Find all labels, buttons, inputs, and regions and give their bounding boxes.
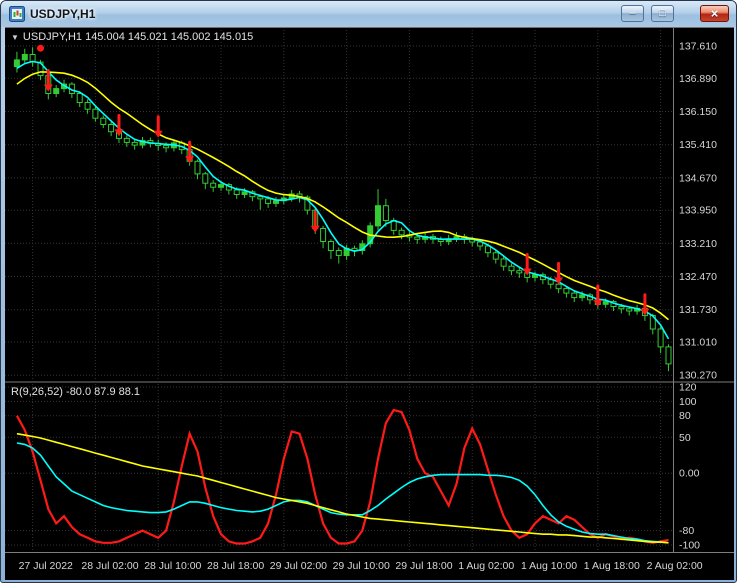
svg-text:130.270: 130.270: [679, 370, 717, 382]
minimize-button[interactable]: –: [621, 5, 644, 22]
svg-text:137.610: 137.610: [679, 41, 717, 53]
chart-client-area: 137.610 136.890 136.150 135.410 134.670 133.9…: [5, 27, 734, 580]
svg-text:133.210: 133.210: [679, 238, 717, 250]
svg-text:28 Jul 18:00: 28 Jul 18:00: [207, 560, 264, 572]
svg-text:132.470: 132.470: [679, 271, 717, 283]
svg-text:29 Jul 10:00: 29 Jul 10:00: [333, 560, 390, 572]
svg-text:80: 80: [679, 410, 691, 422]
window-title: USDJPY,H1: [30, 7, 96, 21]
maximize-icon: □: [659, 7, 666, 19]
svg-text:133.950: 133.950: [679, 205, 717, 217]
symbol-dropdown-icon[interactable]: ▼: [11, 33, 19, 42]
app-window: USDJPY,H1 – □ × 137.610 136.890 136.150 135…: [0, 0, 737, 583]
svg-text:120: 120: [679, 382, 697, 394]
svg-text:135.410: 135.410: [679, 139, 717, 151]
svg-text:-100: -100: [679, 540, 700, 552]
main-chart-pane[interactable]: [5, 30, 673, 380]
price-axis[interactable]: 137.610 136.890 136.150 135.410 134.670 133.9…: [679, 41, 717, 552]
title-bar[interactable]: USDJPY,H1 – □ ×: [1, 1, 736, 27]
svg-text:27 Jul 2022: 27 Jul 2022: [19, 560, 73, 572]
close-button[interactable]: ×: [700, 5, 729, 22]
svg-text:134.670: 134.670: [679, 172, 717, 184]
minimize-icon: –: [629, 7, 636, 19]
svg-text:28 Jul 10:00: 28 Jul 10:00: [144, 560, 201, 572]
svg-text:0.00: 0.00: [679, 468, 700, 480]
svg-text:-80: -80: [679, 525, 694, 537]
svg-text:131.010: 131.010: [679, 337, 717, 349]
time-axis[interactable]: 27 Jul 2022 28 Jul 02:00 28 Jul 10:00 28 Ju…: [19, 560, 703, 572]
chart-app-icon: [9, 6, 25, 22]
svg-text:1 Aug 02:00: 1 Aug 02:00: [458, 560, 514, 572]
svg-text:136.150: 136.150: [679, 106, 717, 118]
svg-text:29 Jul 18:00: 29 Jul 18:00: [395, 560, 452, 572]
svg-text:1 Aug 10:00: 1 Aug 10:00: [521, 560, 577, 572]
svg-text:131.730: 131.730: [679, 304, 717, 316]
svg-text:28 Jul 02:00: 28 Jul 02:00: [81, 560, 138, 572]
svg-text:136.890: 136.890: [679, 73, 717, 85]
chart-ohlc-text: USDJPY,H1 145.004 145.021 145.002 145.01…: [22, 31, 254, 43]
svg-text:2 Aug 02:00: 2 Aug 02:00: [647, 560, 703, 572]
indicator-pane[interactable]: [5, 384, 673, 551]
svg-text:1 Aug 18:00: 1 Aug 18:00: [584, 560, 640, 572]
price-chart[interactable]: 137.610 136.890 136.150 135.410 134.670 133.9…: [5, 28, 734, 581]
maximize-button[interactable]: □: [651, 5, 674, 22]
svg-text:100: 100: [679, 396, 697, 408]
close-icon: ×: [710, 6, 719, 21]
indicator-label[interactable]: R(9,26,52) -80.0 87.9 88.1: [11, 386, 140, 398]
svg-text:29 Jul 02:00: 29 Jul 02:00: [270, 560, 327, 572]
chart-ohlc-label[interactable]: ▼ USDJPY,H1 145.004 145.021 145.002 145.…: [11, 31, 253, 43]
svg-text:50: 50: [679, 432, 691, 444]
